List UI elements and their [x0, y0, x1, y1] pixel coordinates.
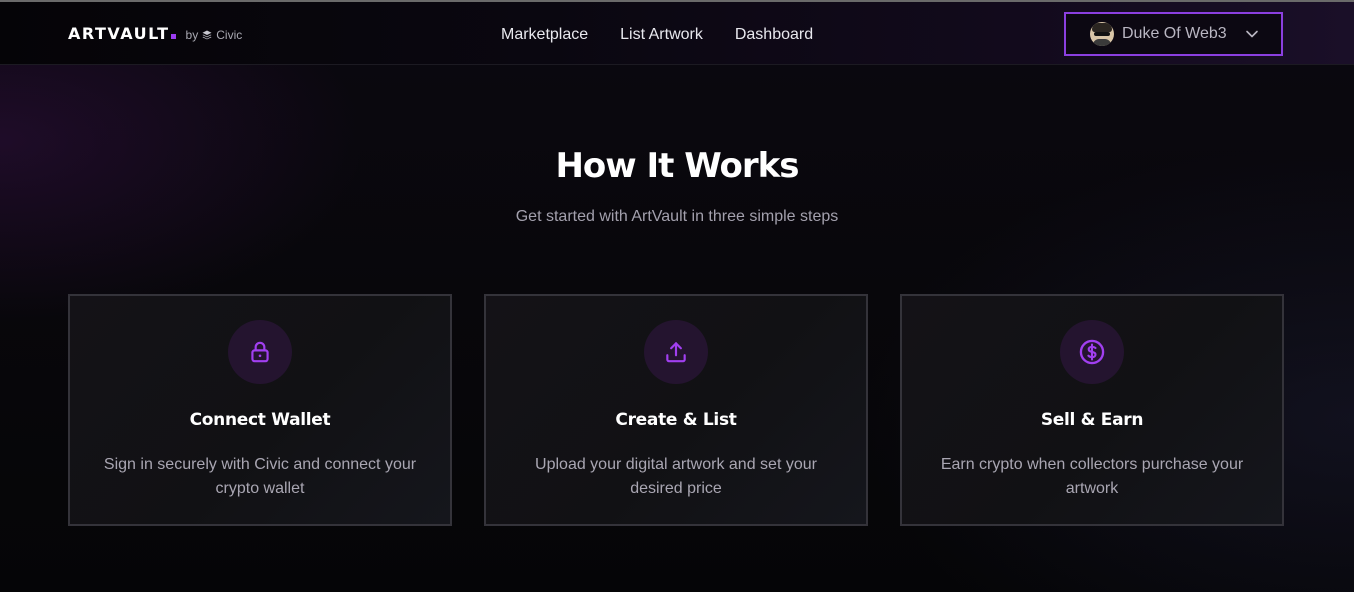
step-icon-badge: [1060, 320, 1124, 384]
brand-logo[interactable]: ARTVAULT by Civic: [68, 24, 242, 43]
upload-icon: [666, 342, 686, 363]
step-card-sell-earn: Sell & Earn Earn crypto when collectors …: [900, 294, 1284, 526]
by-label: by: [185, 28, 199, 42]
navbar: ARTVAULT by Civic Marketplace List Artwo…: [0, 2, 1354, 65]
page: ARTVAULT by Civic Marketplace List Artwo…: [0, 0, 1354, 592]
lock-icon: [251, 341, 269, 363]
step-card-connect-wallet: Connect Wallet Sign in securely with Civ…: [68, 294, 452, 526]
step-icon-badge: [644, 320, 708, 384]
page-title: How It Works: [555, 146, 799, 186]
dollar-icon: [1079, 339, 1105, 365]
nav-marketplace[interactable]: Marketplace: [501, 26, 588, 44]
page-subtitle: Get started with ArtVault in three simpl…: [515, 208, 839, 225]
user-menu-button[interactable]: Duke Of Web3: [1064, 12, 1283, 56]
step-card-create-list: Create & List Upload your digital artwor…: [484, 294, 868, 526]
user-avatar: [1090, 22, 1114, 46]
partner-name: Civic: [216, 28, 243, 42]
nav-list-artwork[interactable]: List Artwork: [620, 26, 703, 44]
main-nav: Marketplace List Artwork Dashboard: [501, 26, 813, 44]
step-title: Connect Wallet: [189, 410, 331, 430]
step-title: Create & List: [615, 410, 737, 430]
step-icon-badge: [228, 320, 292, 384]
nav-dashboard[interactable]: Dashboard: [735, 26, 813, 44]
steps-list: Connect Wallet Sign in securely with Civ…: [68, 294, 1284, 526]
step-title: Sell & Earn: [1040, 410, 1144, 430]
user-name: Duke Of Web3: [1122, 25, 1227, 42]
chevron-down-icon: [1245, 30, 1258, 38]
brand-dot: [170, 34, 176, 39]
step-description: Upload your digital artwork and set your…: [535, 456, 817, 497]
step-description: Earn crypto when collectors purchase you…: [940, 456, 1244, 497]
brand-name: ARTVAULT: [68, 24, 170, 43]
step-description: Sign in securely with Civic and connect …: [103, 456, 417, 497]
brand-by: by Civic: [186, 28, 243, 42]
civic-layers-icon: [202, 30, 212, 40]
